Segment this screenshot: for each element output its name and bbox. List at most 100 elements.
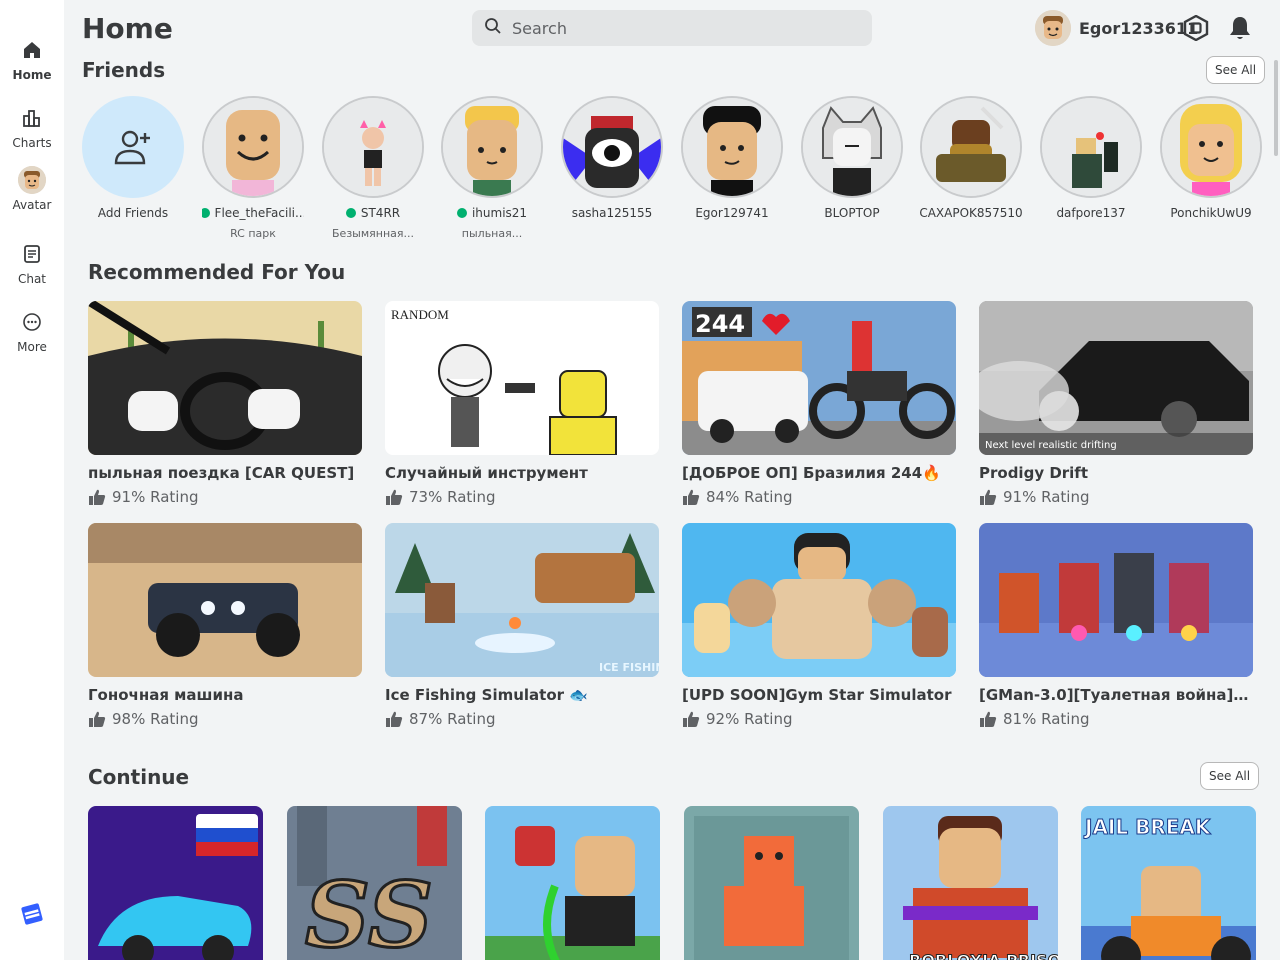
continue-game-card[interactable]: JAIL BREAK — [1081, 806, 1256, 960]
notification-bell-icon[interactable] — [1228, 15, 1252, 41]
friend-avatar — [202, 96, 304, 198]
game-rating: 81% Rating — [1003, 710, 1090, 728]
friend-avatar — [920, 96, 1022, 198]
game-title: Случайный инструмент — [385, 464, 588, 482]
thumbs-up-icon — [89, 489, 106, 505]
continue-see-all-button[interactable]: See All — [1200, 762, 1260, 790]
nav-avatar-label: Avatar — [12, 198, 52, 212]
add-friends-button[interactable]: Add Friends — [82, 96, 184, 220]
continue-game-card[interactable] — [684, 806, 859, 960]
nav-home[interactable]: Home — [0, 34, 64, 94]
friend-name: PonchikUwU9 — [1170, 206, 1252, 220]
friend-item[interactable]: sasha125155 — [561, 96, 663, 220]
friend-avatar — [801, 96, 903, 198]
friend-name: CAXAPOK857510 — [920, 206, 1022, 220]
friend-item[interactable]: PonchikUwU9 — [1160, 96, 1262, 220]
game-thumbnail: Next level realistic drifting — [979, 301, 1253, 455]
friend-name: ihumis21 — [471, 206, 528, 220]
thumbnail-text: RANDOM — [391, 307, 449, 322]
thumbs-up-icon — [980, 489, 997, 505]
game-thumbnail — [88, 523, 362, 677]
user-profile[interactable]: Egor1233611 — [1035, 10, 1198, 46]
game-rating: 92% Rating — [706, 710, 793, 728]
friend-status: RC парк — [230, 227, 276, 240]
game-thumbnail: RANDOM — [385, 301, 659, 455]
nav-chat[interactable]: Chat — [0, 238, 64, 298]
thumbnail-text: SS — [305, 862, 433, 960]
game-title: пыльная поездка [CAR QUEST] — [88, 464, 355, 482]
friends-see-all-button[interactable]: See All — [1206, 56, 1266, 84]
game-title: Prodigy Drift — [979, 464, 1088, 482]
search-bar[interactable] — [472, 10, 872, 46]
thumbs-up-icon — [980, 711, 997, 727]
nav-avatar[interactable]: Avatar — [0, 166, 64, 226]
friend-name: dafpore137 — [1056, 206, 1126, 220]
continue-game-card[interactable]: SS — [287, 806, 462, 960]
username[interactable]: Egor1233611 — [1079, 19, 1198, 38]
friend-item[interactable]: CAXAPOK857510 — [920, 96, 1022, 220]
game-thumbnail: ICE FISHING — [385, 523, 659, 677]
friend-item[interactable]: Flee_theFacili... RC парк — [202, 96, 304, 240]
add-friends-label: Add Friends — [97, 206, 169, 220]
friend-item[interactable]: Egor129741 — [681, 96, 783, 220]
thumbs-up-icon — [89, 711, 106, 727]
game-card[interactable]: RANDOM Случайный инструмент 73% Rating — [385, 301, 659, 506]
friend-name: Egor129741 — [695, 206, 769, 220]
game-card[interactable]: [UPD SOON]Gym Star Simulator 92% Rating — [682, 523, 956, 728]
nav-charts[interactable]: Charts — [0, 102, 64, 162]
online-indicator — [456, 208, 467, 218]
nav-home-label: Home — [12, 68, 52, 82]
friend-avatar — [681, 96, 783, 198]
page-title: Home — [82, 12, 173, 45]
thumbnail-text: JAIL BREAK — [1083, 815, 1212, 839]
thumbnail-text: ICE FISHING — [599, 661, 659, 674]
game-card[interactable]: 244 [ДОБРОЕ ОП] Бразилия 244🔥 84% Rating — [682, 301, 956, 506]
game-card[interactable]: Next level realistic drifting Prodigy Dr… — [979, 301, 1253, 506]
friend-item[interactable]: dafpore137 — [1040, 96, 1142, 220]
game-title: [GMan-3.0][Туалетная война] Кон... — [979, 686, 1253, 704]
thumbs-up-icon — [386, 489, 403, 505]
friend-status: Безымянная... — [332, 227, 414, 240]
search-input[interactable] — [512, 18, 852, 38]
game-rating: 91% Rating — [112, 488, 199, 506]
home-icon — [20, 38, 44, 62]
game-thumbnail: 244 — [682, 301, 956, 455]
more-icon — [20, 310, 44, 334]
page-scrollbar[interactable] — [1274, 60, 1278, 156]
game-rating: 84% Rating — [706, 488, 793, 506]
friend-item[interactable]: BLOPTOP — [801, 96, 903, 220]
search-icon — [484, 17, 502, 40]
thumbs-up-icon — [683, 711, 700, 727]
friend-avatar — [1160, 96, 1262, 198]
friend-name: Flee_theFacili... — [214, 206, 304, 220]
user-avatar[interactable] — [1035, 10, 1071, 46]
thumbnail-text: ROBLOXIA PRISON — [909, 951, 1058, 960]
thumbs-up-icon — [386, 711, 403, 727]
continue-game-card[interactable] — [485, 806, 660, 960]
add-friend-icon — [82, 96, 184, 198]
friend-name: BLOPTOP — [824, 206, 880, 220]
game-card[interactable]: Гоночная машина 98% Rating — [88, 523, 362, 728]
game-card[interactable]: [GMan-3.0][Туалетная война] Кон... 81% R… — [979, 523, 1253, 728]
friend-avatar — [322, 96, 424, 198]
nav-more[interactable]: More — [0, 306, 64, 366]
friend-avatar — [561, 96, 663, 198]
game-card[interactable]: ICE FISHING Ice Fishing Simulator 🐟 87% … — [385, 523, 659, 728]
continue-section-title: Continue — [88, 765, 190, 789]
roblox-logo-icon[interactable] — [20, 902, 44, 926]
friends-section-title: Friends — [82, 58, 166, 82]
avatar-icon — [18, 166, 46, 194]
game-title: [ДОБРОЕ ОП] Бразилия 244🔥 — [682, 464, 941, 482]
game-thumbnail — [979, 523, 1253, 677]
game-card[interactable]: пыльная поездка [CAR QUEST] 91% Rating — [88, 301, 362, 506]
game-rating: 91% Rating — [1003, 488, 1090, 506]
friend-item[interactable]: ST4RR Безымянная... — [322, 96, 424, 240]
robux-icon[interactable] — [1183, 14, 1209, 42]
nav-chat-label: Chat — [17, 272, 47, 286]
continue-game-card[interactable]: ROBLOXIA PRISON — [883, 806, 1058, 960]
continue-game-card[interactable] — [88, 806, 263, 960]
friend-item[interactable]: ihumis21 пыльная... — [441, 96, 543, 240]
game-rating: 73% Rating — [409, 488, 496, 506]
thumbnail-text: Next level realistic drifting — [985, 440, 1117, 451]
online-indicator — [202, 208, 210, 218]
